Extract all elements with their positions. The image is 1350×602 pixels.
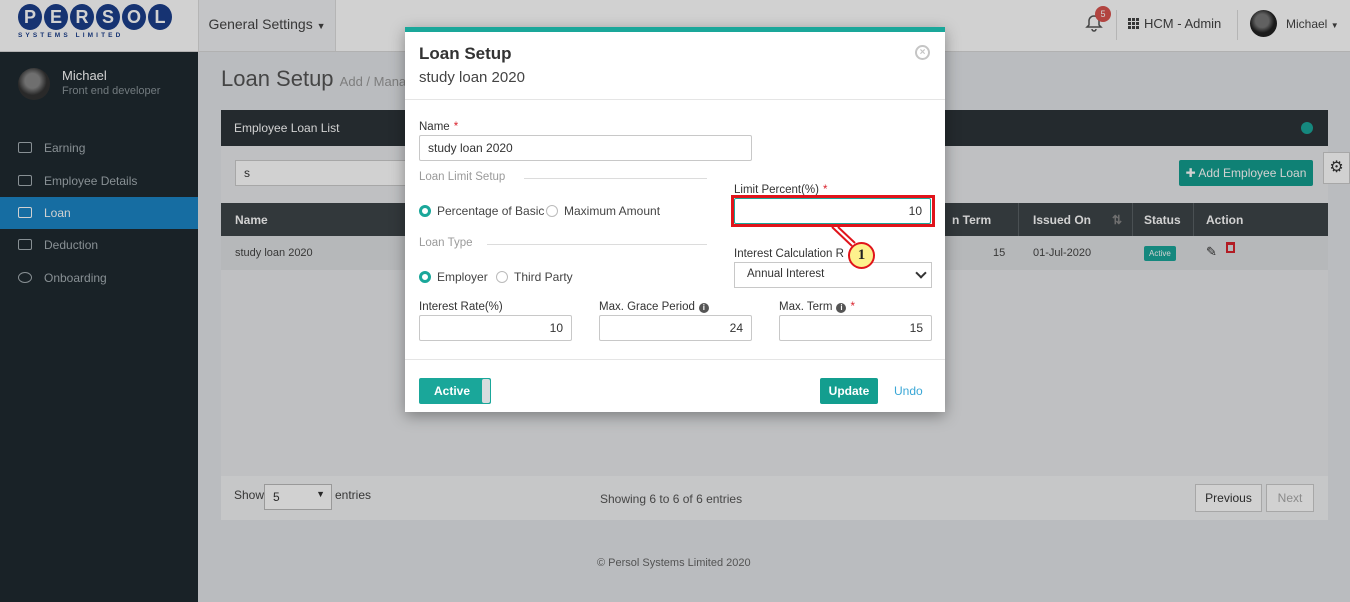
undo-link[interactable]: Undo <box>894 384 923 398</box>
interest-rate-label: Interest Rate(%) <box>419 301 503 313</box>
max-term-label: Max. Term i * <box>779 301 855 313</box>
name-label: Name * <box>419 121 458 133</box>
divider <box>405 99 945 100</box>
info-icon[interactable]: i <box>836 303 847 313</box>
interest-calculation-select[interactable]: Annual Interest <box>734 262 932 288</box>
radio-percentage-of-basic[interactable]: Percentage of Basic <box>419 204 544 218</box>
grace-period-label-text: Max. Grace Period <box>599 301 695 313</box>
radio-third-party[interactable]: Third Party <box>496 270 573 284</box>
required-marker: * <box>850 301 855 313</box>
active-toggle[interactable]: Active <box>419 378 491 404</box>
divider <box>405 359 945 360</box>
max-term-label-text: Max. Term <box>779 301 833 313</box>
interest-calculation-value: Annual Interest <box>747 268 825 280</box>
name-label-text: Name <box>419 121 450 133</box>
highlight-box <box>731 195 935 227</box>
divider <box>524 178 707 179</box>
modal-title: Loan Setup <box>419 44 512 63</box>
loan-limit-section-title: Loan Limit Setup <box>419 171 506 183</box>
radio-label: Third Party <box>514 270 573 284</box>
radio-label: Percentage of Basic <box>437 204 545 218</box>
radio-unselected-icon <box>546 205 558 217</box>
grace-period-field[interactable]: 24 <box>599 315 752 341</box>
radio-employer[interactable]: Employer <box>419 270 488 284</box>
required-marker: * <box>453 121 459 133</box>
radio-label: Employer <box>437 270 488 284</box>
callout-number: 1 <box>848 242 875 269</box>
loan-type-section-title: Loan Type <box>419 237 473 249</box>
update-button[interactable]: Update <box>820 378 878 404</box>
modal-subtitle: study loan 2020 <box>419 69 525 86</box>
radio-unselected-icon <box>496 271 508 283</box>
radio-selected-icon <box>419 205 431 217</box>
name-field[interactable]: study loan 2020 <box>419 135 752 161</box>
radio-selected-icon <box>419 271 431 283</box>
toggle-knob <box>482 379 490 403</box>
interest-calculation-label: Interest Calculation R <box>734 248 844 260</box>
radio-maximum-amount[interactable]: Maximum Amount <box>546 204 660 218</box>
grace-period-label: Max. Grace Period i <box>599 301 709 313</box>
chevron-down-icon <box>915 267 927 279</box>
interest-rate-field[interactable]: 10 <box>419 315 572 341</box>
active-toggle-label: Active <box>434 384 471 398</box>
close-icon[interactable]: × <box>915 45 930 60</box>
divider <box>487 244 707 245</box>
radio-label: Maximum Amount <box>564 204 661 218</box>
info-icon[interactable]: i <box>698 303 709 313</box>
max-term-field[interactable]: 15 <box>779 315 932 341</box>
